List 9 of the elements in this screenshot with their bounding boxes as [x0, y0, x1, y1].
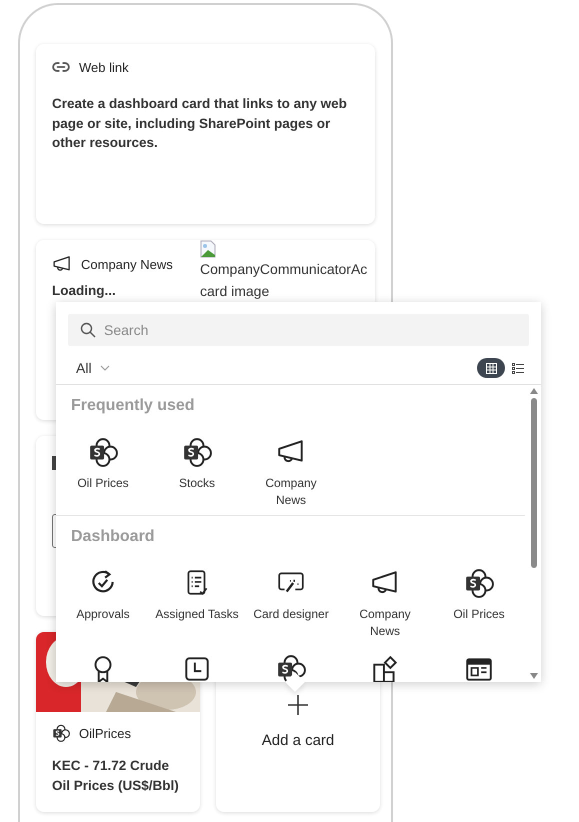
card-text: KEC - 71.72 Crude Oil Prices (US$/Bbl)	[52, 757, 180, 795]
card-text: Loading...	[52, 282, 117, 299]
section-heading: Dashboard	[70, 528, 156, 546]
card-text: Create a dashboard card that links to any web page or site, including SharePoint pages or other resources.	[52, 95, 348, 152]
card-title: Web link	[79, 60, 129, 74]
card-title: Company News	[81, 256, 173, 272]
card-title: OilPrices	[79, 726, 132, 740]
section-heading: Frequently used	[70, 397, 196, 415]
image-alt-text: CompanyCommunicatorAc card image	[200, 260, 368, 301]
